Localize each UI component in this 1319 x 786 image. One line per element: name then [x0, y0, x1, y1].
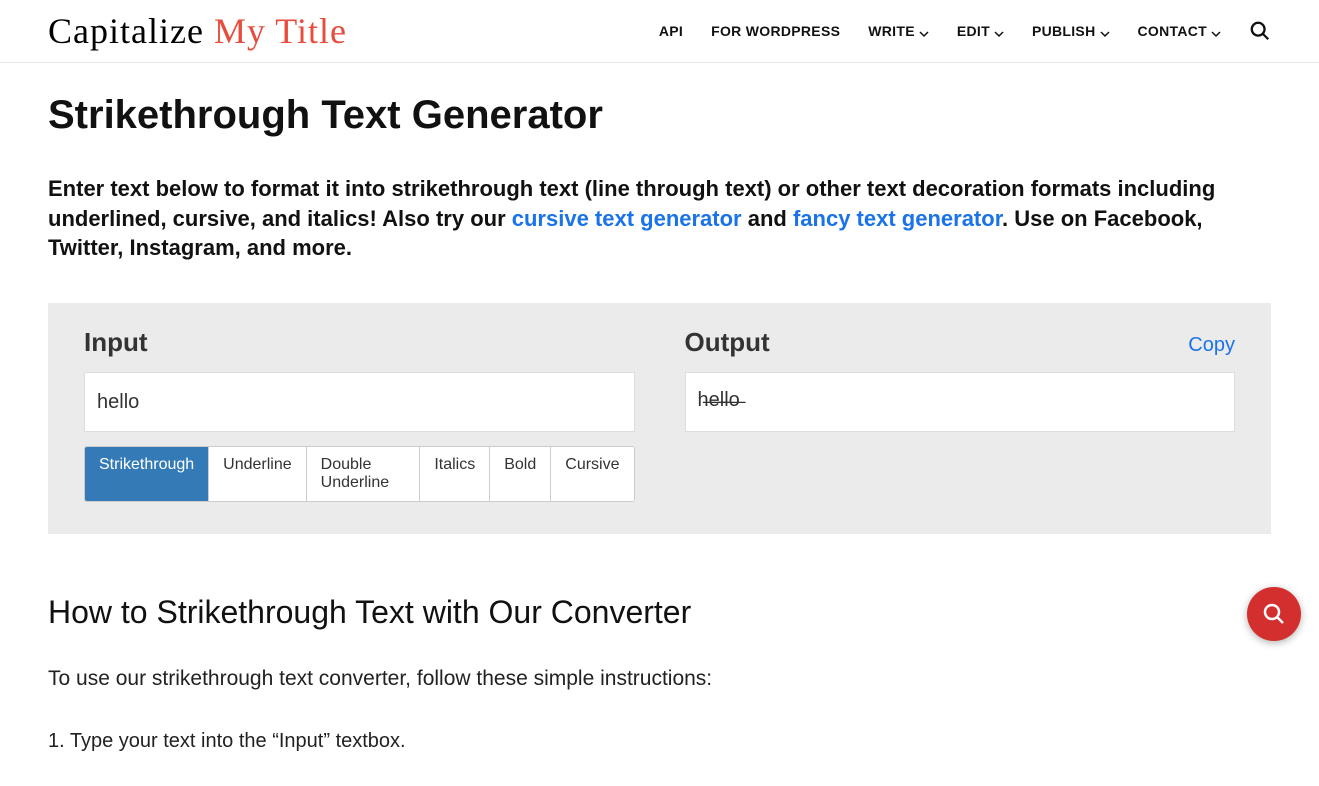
fancy-generator-link[interactable]: fancy text generator [793, 206, 1002, 231]
howto-section: How to Strikethrough Text with Our Conve… [48, 534, 1271, 756]
nav-contact[interactable]: CONTACT [1138, 23, 1222, 39]
chevron-down-icon [1211, 26, 1221, 36]
copy-button[interactable]: Copy [1188, 334, 1235, 357]
input-header: Input [84, 327, 635, 358]
howto-intro: To use our strikethrough text converter,… [48, 663, 748, 696]
tab-double-underline[interactable]: Double Underline [307, 447, 421, 501]
site-logo[interactable]: Capitalize My Title [48, 10, 347, 52]
logo-part2: My Title [214, 11, 347, 51]
output-textbox[interactable]: h̶e̶l̶l̶o̶ [685, 372, 1236, 432]
output-label: Output [685, 327, 770, 358]
chevron-down-icon [1100, 26, 1110, 36]
tab-underline[interactable]: Underline [209, 447, 306, 501]
format-tabs: Strikethrough Underline Double Underline… [84, 446, 635, 502]
input-textbox[interactable] [84, 372, 635, 432]
howto-title: How to Strikethrough Text with Our Conve… [48, 594, 1271, 631]
search-icon [1262, 602, 1286, 626]
cursive-generator-link[interactable]: cursive text generator [512, 206, 742, 231]
site-header: Capitalize My Title API FOR WORDPRESS WR… [0, 0, 1319, 63]
nav-write[interactable]: WRITE [868, 23, 929, 39]
input-label: Input [84, 327, 148, 358]
search-button[interactable] [1249, 20, 1271, 42]
tab-cursive[interactable]: Cursive [551, 447, 633, 501]
main-nav: API FOR WORDPRESS WRITE EDIT PUBLISH CON… [659, 20, 1271, 42]
logo-part1: Capitalize [48, 11, 214, 51]
converter-box: Input Strikethrough Underline Double Und… [48, 303, 1271, 534]
chevron-down-icon [994, 26, 1004, 36]
intro-text: Enter text below to format it into strik… [48, 174, 1271, 263]
output-column: Output Copy h̶e̶l̶l̶o̶ [685, 327, 1236, 502]
chevron-down-icon [919, 26, 929, 36]
search-icon [1249, 20, 1271, 42]
output-header: Output Copy [685, 327, 1236, 358]
floating-search-button[interactable] [1247, 587, 1301, 641]
tab-italics[interactable]: Italics [420, 447, 490, 501]
nav-edit[interactable]: EDIT [957, 23, 1004, 39]
page-title: Strikethrough Text Generator [48, 93, 1271, 138]
output-text: h̶e̶l̶l̶o̶ [698, 389, 740, 411]
main-content: Strikethrough Text Generator Enter text … [0, 63, 1319, 786]
input-column: Input Strikethrough Underline Double Und… [84, 327, 635, 502]
nav-wordpress[interactable]: FOR WORDPRESS [711, 23, 840, 39]
tab-strikethrough[interactable]: Strikethrough [85, 447, 209, 501]
nav-api[interactable]: API [659, 23, 683, 39]
nav-publish[interactable]: PUBLISH [1032, 23, 1110, 39]
tab-bold[interactable]: Bold [490, 447, 551, 501]
howto-step-1: 1. Type your text into the “Input” textb… [48, 726, 1271, 756]
